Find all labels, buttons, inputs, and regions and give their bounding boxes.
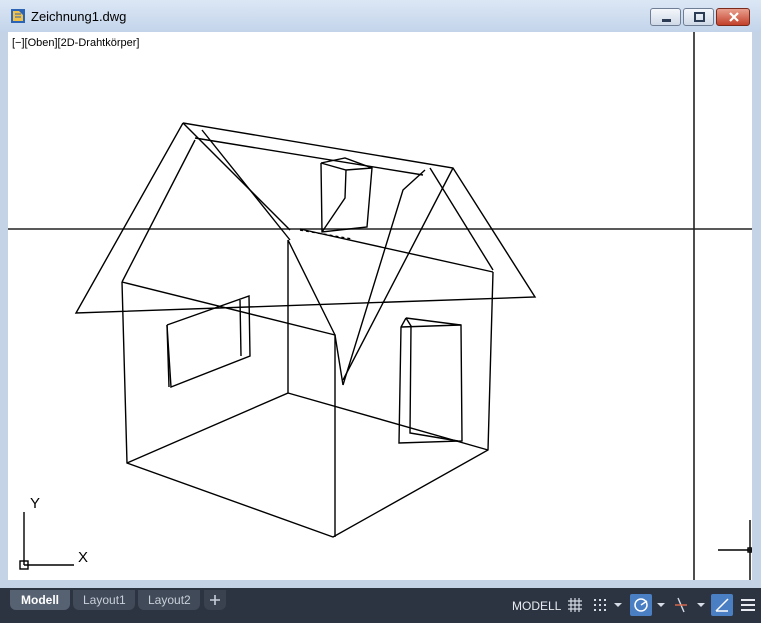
ortho-icon[interactable] (670, 594, 692, 616)
polar-tracking-icon[interactable] (630, 594, 652, 616)
window-title: Zeichnung1.dwg (31, 9, 127, 24)
tab-modell[interactable]: Modell (10, 590, 70, 610)
tab-layout2[interactable]: Layout2 (138, 590, 200, 610)
house-wireframe-drawing: Y X (8, 32, 752, 580)
polar-dropdown-icon[interactable] (654, 594, 668, 616)
grid-icon[interactable] (564, 594, 586, 616)
ortho-dropdown-icon[interactable] (694, 594, 708, 616)
model-space-toggle[interactable]: MODELL (508, 594, 565, 618)
tab-layout1[interactable]: Layout1 (73, 590, 135, 610)
close-icon (729, 12, 739, 22)
menu-icon[interactable] (737, 594, 759, 616)
minimize-button[interactable] (650, 8, 681, 26)
isodraft-icon[interactable] (711, 594, 733, 616)
minimize-icon (662, 19, 671, 22)
canvas-bottom-border (0, 580, 761, 588)
maximize-button[interactable] (683, 8, 714, 26)
add-layout-button[interactable] (204, 590, 226, 610)
plus-icon (210, 595, 220, 605)
ucs-y-label: Y (30, 495, 40, 512)
title-bar[interactable]: Zeichnung1.dwg (0, 0, 761, 32)
drawing-canvas[interactable]: [−][Oben][2D-Drahtkörper] Y X (8, 32, 752, 580)
dwg-file-icon (11, 9, 25, 23)
snap-icon[interactable] (589, 594, 611, 616)
application-window: Zeichnung1.dwg [−][Oben][2D-Drahtkörper] (0, 0, 761, 623)
close-button[interactable] (716, 8, 750, 26)
ucs-x-label: X (78, 549, 88, 566)
snap-dropdown-icon[interactable] (611, 594, 625, 616)
maximize-icon (694, 12, 705, 22)
